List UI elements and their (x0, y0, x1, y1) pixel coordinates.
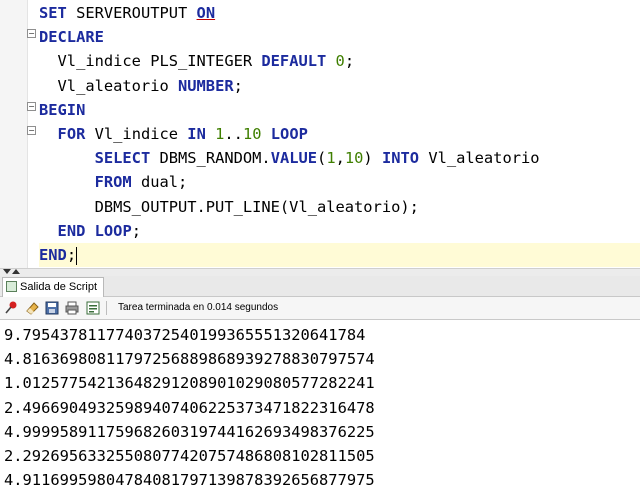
code-token: INTO (381, 149, 420, 168)
code-token: SELECT (94, 149, 151, 168)
code-token: ( (317, 149, 327, 168)
code-token: Vl_aleatorio (39, 76, 178, 95)
code-token: 1 (215, 125, 225, 143)
code-token: , (335, 149, 345, 168)
code-token: 10 (344, 149, 364, 168)
code-line[interactable]: SET SERVEROUTPUT ON (39, 1, 215, 25)
code-token: SET (39, 4, 67, 22)
code-line[interactable]: BEGIN (39, 98, 85, 122)
script-output-panel[interactable]: 9.79543781177403725401993655513206417​84… (0, 320, 640, 496)
eraser-icon[interactable] (24, 300, 40, 316)
save-icon[interactable] (44, 300, 60, 316)
code-token: IN (187, 125, 206, 143)
editor-gutter (0, 0, 28, 268)
collapse-up-icon[interactable] (12, 269, 20, 274)
code-token: VALUE (270, 149, 318, 168)
code-line[interactable]: Vl_aleatorio NUMBER; (39, 74, 243, 98)
code-token: LOOP (94, 221, 132, 240)
fold-toggle-begin-icon[interactable]: − (27, 102, 36, 111)
task-status-text: Tarea terminada en 0.014 segundos (118, 302, 279, 313)
code-token: DBMS_OUTPUT.PUT_LINE(Vl_aleatorio); (39, 197, 419, 216)
code-token: dual; (131, 173, 188, 192)
code-token: 0 (335, 52, 345, 71)
pin-icon[interactable] (3, 300, 19, 316)
tab-script-output[interactable]: Salida de Script (2, 277, 105, 297)
code-token: SERVEROUTPUT (66, 4, 197, 22)
output-line: 2.49669049325989407406225373471822316478 (4, 398, 375, 417)
code-token: ; (131, 221, 141, 240)
toolbar-separator (106, 301, 107, 315)
output-line: 4.91169959804784081797139878392656877975 (4, 471, 375, 490)
code-token: Vl_indice PLS_INTEGER (39, 52, 262, 71)
code-token: DBMS_RANDOM. (150, 149, 271, 168)
code-token: 1 (326, 149, 336, 168)
code-line[interactable]: DECLARE (39, 25, 104, 49)
code-token: FROM (94, 173, 132, 192)
code-token: ON (196, 4, 216, 22)
collapse-down-icon[interactable] (3, 269, 11, 274)
code-line[interactable]: SELECT DBMS_RANDOM.VALUE(1,10) INTO Vl_a… (39, 146, 540, 170)
fold-toggle-loop-icon[interactable]: − (27, 126, 36, 135)
code-token: LOOP (270, 125, 308, 143)
output-tab-bar: Salida de Script (0, 276, 640, 297)
script-output-icon (6, 281, 17, 292)
fold-toggle-declare-icon[interactable]: − (27, 29, 36, 38)
code-token: Vl_indice (85, 125, 188, 143)
output-line: 2.29269563325508077420757486808102811505 (4, 447, 375, 465)
code-line[interactable]: Vl_indice PLS_INTEGER DEFAULT 0; (39, 49, 355, 73)
code-line[interactable]: FROM dual; (39, 170, 188, 194)
code-line[interactable]: DBMS_OUTPUT.PUT_LINE(Vl_aleatorio); (39, 195, 419, 219)
output-line: 1.01257754213648291208901029080577282241 (4, 374, 375, 393)
code-token: ; (233, 76, 243, 95)
code-token: FOR (57, 125, 86, 143)
code-token: 10 (242, 125, 262, 143)
code-token: ; (66, 246, 77, 264)
code-token: DEFAULT (261, 52, 327, 71)
code-token: ; (344, 52, 355, 71)
code-token: .. (224, 125, 243, 143)
sql-editor[interactable]: − − − SET SERVEROUTPUT ON DECLARE Vl_indi… (0, 0, 640, 268)
code-token: BEGIN (39, 100, 86, 119)
output-line: 4.99995891175968260319744162693498376225 (4, 422, 375, 441)
output-line: 4.81636980811797256889868939278830797574 (4, 350, 375, 369)
code-token: END (39, 246, 67, 264)
code-token: NUMBER (178, 76, 234, 95)
code-token: DECLARE (39, 28, 104, 47)
output-line: 9.79543781177403725401993655513206417​84 (4, 326, 366, 344)
text-caret (76, 246, 78, 265)
code-line[interactable]: END LOOP; (39, 219, 141, 243)
output-toolbar: Tarea terminada en 0.014 segundos (0, 297, 640, 320)
print-icon[interactable] (64, 300, 80, 316)
spool-icon[interactable] (85, 300, 101, 316)
code-line[interactable]: END; (39, 243, 640, 267)
tab-script-output-label: Salida de Script (20, 281, 98, 293)
code-token: Vl_aleatorio (419, 149, 540, 168)
code-token: ) (363, 149, 382, 168)
code-token: END (57, 221, 86, 240)
code-line[interactable]: FOR Vl_indice IN 1..10 LOOP (39, 122, 308, 146)
